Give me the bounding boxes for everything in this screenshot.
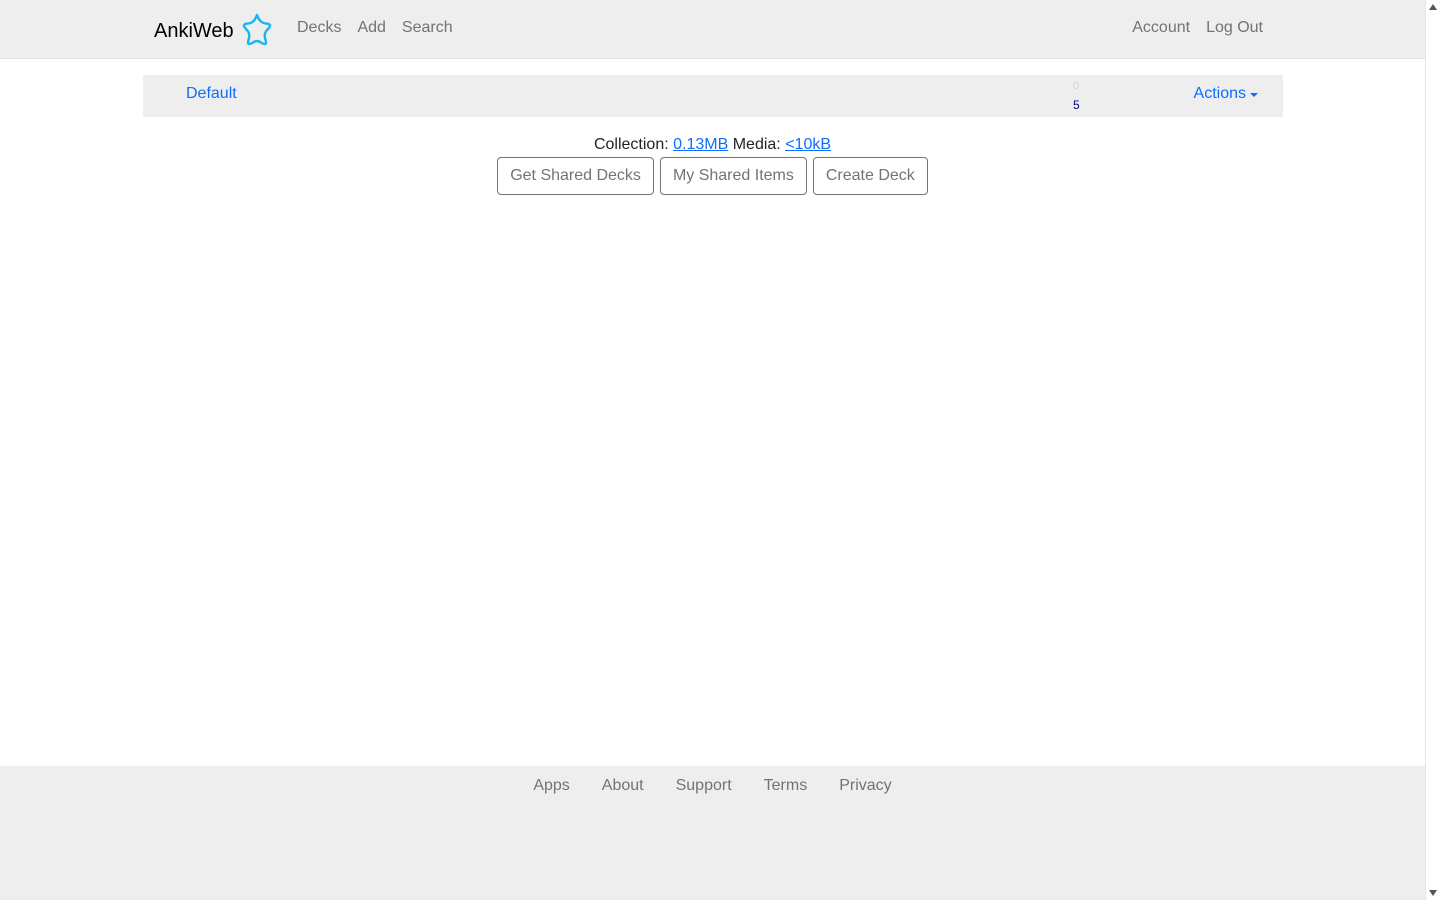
brand-name: AnkiWeb <box>154 20 234 42</box>
footer-link-about[interactable]: About <box>602 776 644 796</box>
scroll-down-arrow-icon[interactable] <box>1429 890 1437 896</box>
nav-search[interactable]: Search <box>402 18 453 38</box>
primary-nav: Decks Add Search <box>297 18 453 38</box>
create-deck-button[interactable]: Create Deck <box>812 157 928 195</box>
nav-account[interactable]: Account <box>1132 18 1190 38</box>
actions-dropdown[interactable]: Actions <box>1194 84 1258 104</box>
anki-star-icon <box>242 13 271 46</box>
footer-link-apps[interactable]: Apps <box>533 776 569 796</box>
deck-buttons: Get Shared Decks My Shared Items Create … <box>0 157 1425 195</box>
footer-link-privacy[interactable]: Privacy <box>839 776 891 796</box>
collection-label: Collection: <box>593 136 669 153</box>
actions-label: Actions <box>1193 85 1246 102</box>
my-shared-items-button[interactable]: My Shared Items <box>659 157 807 195</box>
get-shared-decks-button[interactable]: Get Shared Decks <box>497 157 654 195</box>
vertical-scrollbar[interactable] <box>1425 0 1440 900</box>
deck-count-new: 5 <box>1073 98 1080 112</box>
collection-info: Collection: 0.13MB Media: <10kB <box>0 135 1425 155</box>
media-size-link[interactable]: <10kB <box>785 136 831 153</box>
nav-add[interactable]: Add <box>357 18 385 38</box>
nav-log-out[interactable]: Log Out <box>1206 18 1263 38</box>
deck-count-due: 0 <box>1073 80 1080 92</box>
deck-row: Default 0 5 Actions <box>143 75 1283 117</box>
caret-down-icon <box>1250 93 1258 97</box>
scroll-up-arrow-icon[interactable] <box>1429 4 1437 10</box>
media-label: Media: <box>732 136 781 153</box>
footer-link-support[interactable]: Support <box>676 776 732 796</box>
page: AnkiWeb Decks Add Search Account Log Out… <box>0 0 1425 900</box>
footer-link-terms[interactable]: Terms <box>764 776 808 796</box>
deck-link-default[interactable]: Default <box>186 84 237 104</box>
account-nav: Account Log Out <box>1132 18 1263 38</box>
footer: Apps About Support Terms Privacy <box>0 766 1425 900</box>
navbar: AnkiWeb Decks Add Search Account Log Out <box>0 0 1425 59</box>
nav-decks[interactable]: Decks <box>297 18 341 38</box>
brand-link[interactable]: AnkiWeb <box>154 13 274 46</box>
collection-size-link[interactable]: 0.13MB <box>673 136 728 153</box>
footer-links: Apps About Support Terms Privacy <box>0 776 1425 796</box>
